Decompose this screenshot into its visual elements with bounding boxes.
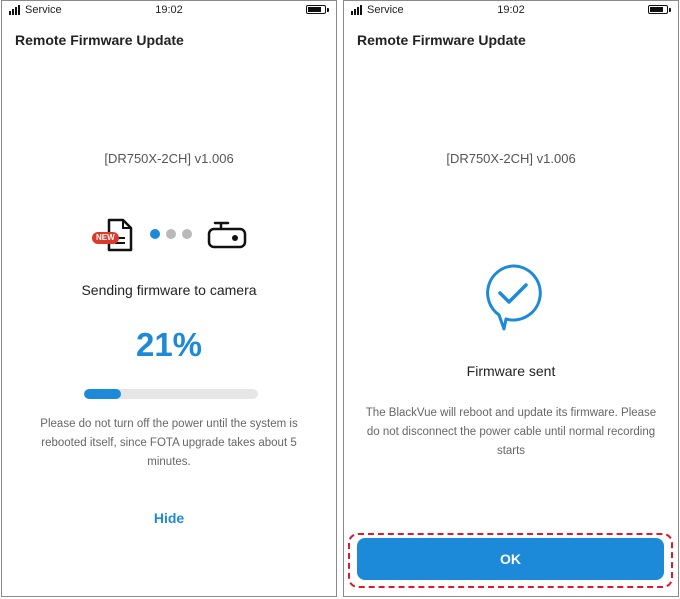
check-bubble-icon <box>486 264 542 331</box>
device-model-version: [DR750X-2CH] v1.006 <box>104 151 234 166</box>
battery-icon <box>306 5 329 14</box>
ok-button[interactable]: OK <box>357 538 664 580</box>
battery-icon <box>648 5 671 14</box>
right-screen: Service 19:02 Remote Firmware Update [DR… <box>343 0 679 597</box>
power-warning: Please do not turn off the power until t… <box>40 418 298 468</box>
page-title: Remote Firmware Update <box>357 32 526 48</box>
transfer-dot <box>182 229 192 239</box>
transfer-dot-active <box>150 229 160 239</box>
new-badge: NEW <box>92 232 119 244</box>
left-screen: Service 19:02 Remote Firmware Update [DR… <box>1 0 337 597</box>
reboot-description: The BlackVue will reboot and update its … <box>365 407 657 457</box>
hide-button[interactable]: Hide <box>2 510 336 526</box>
status-message: Sending firmware to camera <box>81 282 257 298</box>
status-message: Firmware sent <box>466 363 556 379</box>
progress-percent: 21% <box>135 326 203 363</box>
status-bar: Service 19:02 <box>2 1 336 19</box>
page-title: Remote Firmware Update <box>15 32 184 48</box>
clock: 19:02 <box>155 4 183 16</box>
transfer-illustration: NEW <box>92 216 252 256</box>
device-model-version: [DR750X-2CH] v1.006 <box>446 151 576 166</box>
progress-bar-fill <box>84 389 121 399</box>
transfer-dot <box>166 229 176 239</box>
clock: 19:02 <box>497 4 525 16</box>
status-bar: Service 19:02 <box>344 1 678 19</box>
dashcam-icon <box>207 221 247 249</box>
progress-bar <box>84 389 258 399</box>
